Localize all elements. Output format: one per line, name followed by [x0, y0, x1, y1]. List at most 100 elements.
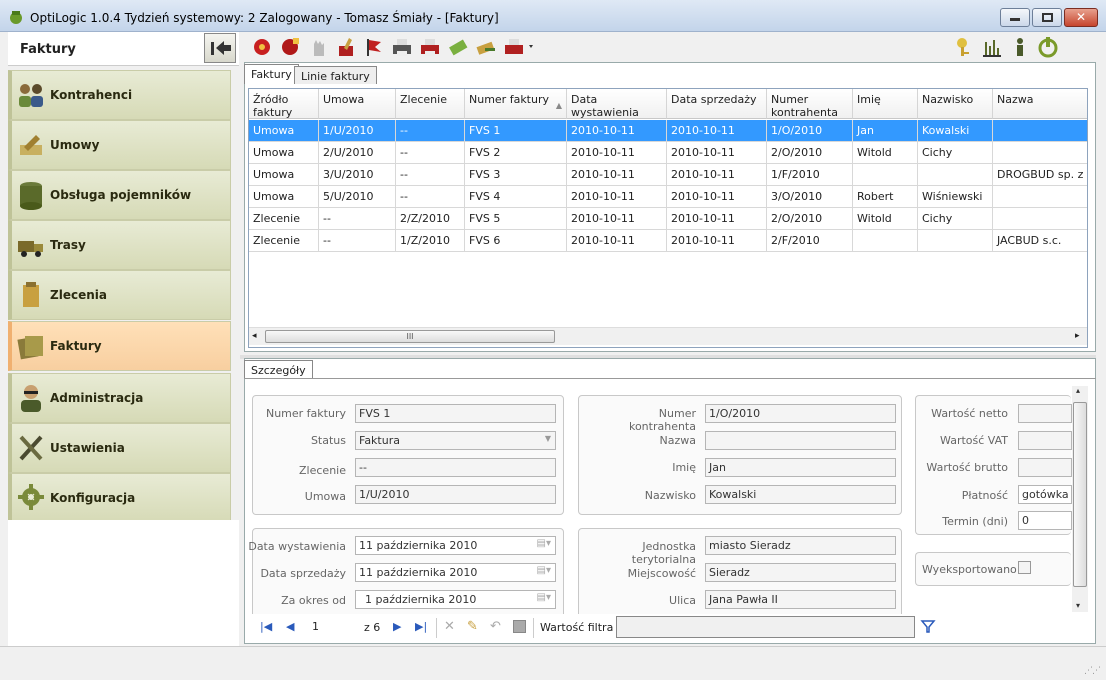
delete-icon[interactable]: ✕	[444, 619, 455, 634]
table-row[interactable]: Umowa 5/U/2010 -- FVS 4 2010-10-11 2010-10-11…	[249, 186, 1087, 208]
money-icon[interactable]	[447, 36, 469, 58]
nazwa-field[interactable]	[705, 431, 896, 450]
first-record-icon[interactable]: |◀	[260, 620, 272, 633]
nav-item-konfiguracja[interactable]: Konfiguracja	[8, 473, 231, 523]
scroll-thumb[interactable]: III	[265, 330, 555, 343]
details-vscrollbar[interactable]: ▴ ▾	[1072, 386, 1088, 612]
col-header[interactable]: Numer faktury ▲	[465, 89, 567, 119]
table-row[interactable]: Umowa 1/U/2010 -- FVS 1 2010-10-11 2010-10-11…	[249, 120, 1087, 142]
nav-item-label: Zlecenia	[50, 288, 107, 302]
col-header[interactable]: Umowa	[319, 89, 396, 119]
col-header[interactable]: Numer kontrahenta	[767, 89, 853, 119]
data-wystawienia-picker[interactable]: 11 października 2010 ▤▾	[355, 536, 556, 555]
col-header[interactable]: Zlecenie	[396, 89, 465, 119]
cell-numer-kontrahenta: 2/F/2010	[767, 230, 853, 252]
vat-field[interactable]	[1018, 431, 1072, 450]
contracts-icon	[16, 129, 46, 161]
status-select[interactable]: Faktura ▼	[355, 431, 556, 450]
table-row[interactable]: Umowa 2/U/2010 -- FVS 2 2010-10-11 2010-10-11…	[249, 142, 1087, 164]
chart-icon[interactable]	[981, 36, 1003, 58]
edit-pencil-icon[interactable]: ✎	[467, 619, 478, 634]
nav-item-ustawienia[interactable]: Ustawienia	[8, 423, 231, 473]
page-number-input[interactable]: 1	[309, 617, 359, 637]
col-header[interactable]: Nazwisko	[918, 89, 993, 119]
platnosc-select[interactable]: gotówka	[1018, 485, 1072, 504]
col-header[interactable]: Nazwa	[993, 89, 1087, 119]
tab-faktury[interactable]: Faktury	[244, 64, 299, 84]
close-button[interactable]: ✕	[1064, 8, 1098, 27]
nav-empty-area	[8, 520, 239, 646]
table-row[interactable]: Umowa 3/U/2010 -- FVS 3 2010-10-11 2010-10-11…	[249, 164, 1087, 186]
filter-input[interactable]	[616, 616, 915, 638]
nav-item-obsluga-pojemnikow[interactable]: Obsługa pojemników	[8, 170, 231, 220]
nazwisko-field[interactable]: Kowalski	[705, 485, 896, 504]
minimize-button[interactable]	[1000, 8, 1030, 27]
invoices-grid[interactable]: Źródło faktury Umowa Zlecenie Numer fakt…	[248, 88, 1088, 348]
col-header[interactable]: Data wystawienia	[567, 89, 667, 119]
cell-data-sprzedazy: 2010-10-11	[667, 142, 767, 164]
nav-item-umowy[interactable]: Umowy	[8, 120, 231, 170]
cell-zrodlo: Zlecenie	[249, 208, 319, 230]
flag-icon[interactable]	[363, 36, 385, 58]
jednostka-field[interactable]: miasto Sieradz	[705, 536, 896, 555]
collapse-pane-button[interactable]	[204, 33, 236, 63]
wyeksportowano-checkbox[interactable]	[1018, 561, 1031, 574]
numer-kontrahenta-field[interactable]: 1/O/2010	[705, 404, 896, 423]
okres-od-picker[interactable]: 1 października 2010 ▤▾	[355, 590, 556, 609]
ulica-field[interactable]: Jana Pawła II	[705, 590, 896, 609]
nav-item-faktury[interactable]: Faktury	[8, 321, 231, 371]
platnosc-value: gotówka	[1022, 488, 1069, 501]
horizontal-scrollbar[interactable]: ◂ III ▸	[249, 327, 1087, 345]
brutto-field[interactable]	[1018, 458, 1072, 477]
nav-item-administracja[interactable]: Administracja	[8, 373, 231, 423]
add-icon[interactable]	[251, 36, 273, 58]
numer-faktury-field[interactable]: FVS 1	[355, 404, 556, 423]
table-row[interactable]: Zlecenie -- 1/Z/2010 FVS 6 2010-10-11 2010-10…	[249, 230, 1087, 252]
netto-field[interactable]	[1018, 404, 1072, 423]
tab-szczegoly[interactable]: Szczegóły	[244, 360, 313, 379]
table-row[interactable]: Zlecenie -- 2/Z/2010 FVS 5 2010-10-11 2010-10…	[249, 208, 1087, 230]
zlecenie-field[interactable]: --	[355, 458, 556, 477]
termin-field[interactable]: 0	[1018, 511, 1072, 530]
nav-item-zlecenia[interactable]: Zlecenia	[8, 270, 231, 320]
data-sprzedazy-picker[interactable]: 11 października 2010 ▤▾	[355, 563, 556, 582]
imie-field[interactable]: Jan	[705, 458, 896, 477]
undo-icon[interactable]: ↶	[490, 619, 501, 634]
prev-record-icon[interactable]: ◀	[286, 620, 294, 633]
scroll-right-icon[interactable]: ▸	[1075, 331, 1080, 341]
save-icon[interactable]	[513, 620, 526, 633]
filter-icon[interactable]	[920, 618, 936, 637]
print-dropdown-icon[interactable]	[503, 36, 535, 58]
scroll-down-icon[interactable]: ▾	[1076, 601, 1080, 610]
col-header[interactable]: Data sprzedaży	[667, 89, 767, 119]
user-key-icon[interactable]	[953, 36, 975, 58]
cell-nazwa	[993, 142, 1087, 164]
cell-numer-faktury: FVS 3	[465, 164, 567, 186]
print-red-icon[interactable]	[419, 36, 441, 58]
cell-nazwa: DROGBUD sp. z o.o.	[997, 168, 1087, 181]
tab-linie-faktury[interactable]: Linie faktury	[294, 66, 377, 84]
maximize-button[interactable]	[1032, 8, 1062, 27]
col-header[interactable]: Imię	[853, 89, 918, 119]
calendar-icon[interactable]: ▤▾	[537, 592, 551, 603]
scroll-up-icon[interactable]: ▴	[1076, 386, 1080, 395]
money-pen-icon[interactable]	[475, 36, 497, 58]
add-gear-icon[interactable]	[279, 36, 301, 58]
nav-item-trasy[interactable]: Trasy	[8, 220, 231, 270]
scroll-thumb[interactable]	[1073, 402, 1087, 587]
miejscowosc-field[interactable]: Sieradz	[705, 563, 896, 582]
print-icon[interactable]	[391, 36, 413, 58]
col-header[interactable]: Źródło faktury	[249, 89, 319, 119]
calendar-icon[interactable]: ▤▾	[537, 538, 551, 549]
info-icon[interactable]	[1009, 36, 1031, 58]
power-icon[interactable]	[1037, 36, 1059, 58]
resize-grip-icon[interactable]: ⋰⋰	[1084, 666, 1101, 676]
nav-item-kontrahenci[interactable]: Kontrahenci	[8, 70, 231, 120]
hand-icon[interactable]	[307, 36, 329, 58]
next-record-icon[interactable]: ▶	[393, 620, 401, 633]
calendar-icon[interactable]: ▤▾	[537, 565, 551, 576]
scroll-left-icon[interactable]: ◂	[252, 331, 257, 341]
last-record-icon[interactable]: ▶|	[415, 620, 427, 633]
umowa-field[interactable]: 1/U/2010	[355, 485, 556, 504]
edit-icon[interactable]	[335, 36, 357, 58]
